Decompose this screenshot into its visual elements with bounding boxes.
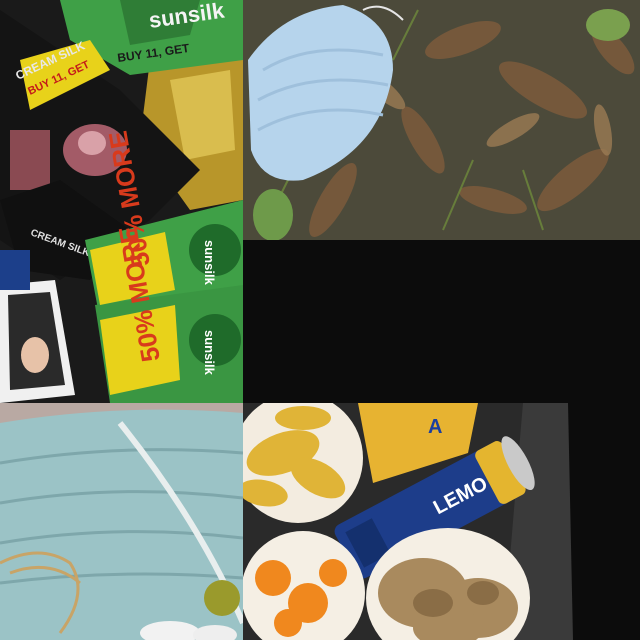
mask-on-leaves-photo [243, 0, 640, 240]
sachet-brand-text-2: sunsilk [202, 240, 217, 286]
photo-collage: sunsilk BUY 11, GET BUY 11, GET CREAM SI… [0, 0, 640, 640]
carton-text: A [428, 416, 442, 438]
used-masks-photo [0, 403, 243, 640]
sachet-brand-text-3: sunsilk [202, 330, 217, 376]
empty-area [243, 240, 640, 403]
sachet-packets-photo: sunsilk BUY 11, GET BUY 11, GET CREAM SI… [0, 0, 243, 403]
food-waste-photo: A LEMO [243, 403, 640, 640]
